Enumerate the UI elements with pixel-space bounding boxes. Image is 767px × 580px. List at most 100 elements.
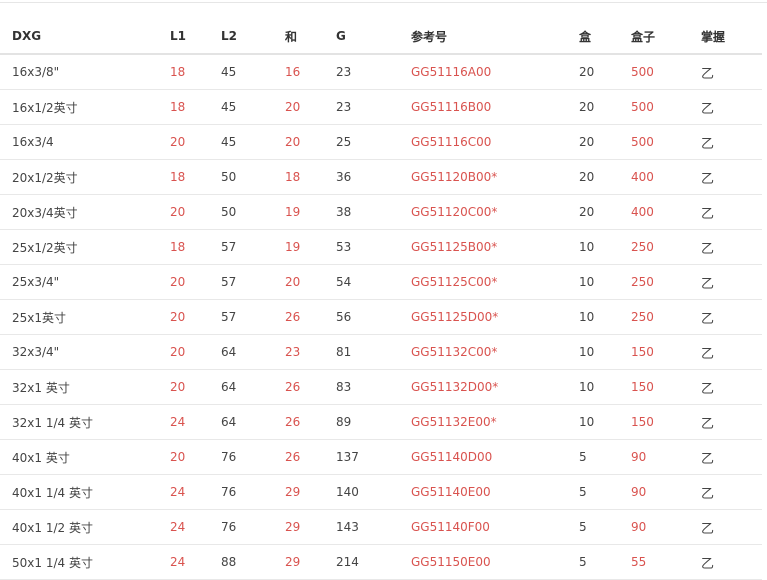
cell-he: 26 bbox=[285, 439, 336, 475]
cell-reference-number: GG51140D00 bbox=[411, 439, 579, 475]
cell-carton-qty: 90 bbox=[631, 439, 701, 475]
cell-carton-qty: 400 bbox=[631, 159, 701, 195]
cell-he: 20 bbox=[285, 124, 336, 160]
cell-size: 20x1/2英寸 bbox=[0, 159, 170, 195]
cell-l2: 50 bbox=[221, 194, 285, 230]
header-he: 和 bbox=[285, 19, 336, 55]
cell-grade: 乙 bbox=[701, 194, 762, 230]
cell-l1: 24 bbox=[170, 544, 221, 580]
header-l1: L1 bbox=[170, 19, 221, 55]
cell-l1: 24 bbox=[170, 404, 221, 440]
cell-carton-qty: 150 bbox=[631, 369, 701, 405]
cell-grade: 乙 bbox=[701, 439, 762, 475]
table-header: DXG L1 L2 和 G 参考号 盒 盒子 掌握 bbox=[0, 19, 762, 55]
cell-box-qty: 5 bbox=[579, 544, 631, 580]
cell-box-qty: 5 bbox=[579, 439, 631, 475]
cell-grade: 乙 bbox=[701, 544, 762, 580]
header-grade: 掌握 bbox=[701, 19, 762, 55]
table-row: 16x3/8" 18 45 16 23 GG51116A00 20 500 乙 bbox=[0, 54, 762, 90]
cell-l2: 57 bbox=[221, 229, 285, 265]
table-row: 32x1 英寸 20 64 26 83 GG51132D00* 10 150 乙 bbox=[0, 369, 762, 405]
cell-reference-number: GG51116B00 bbox=[411, 89, 579, 125]
cell-l1: 20 bbox=[170, 369, 221, 405]
header-reference-number: 参考号 bbox=[411, 19, 579, 55]
cell-carton-qty: 150 bbox=[631, 404, 701, 440]
cell-box-qty: 10 bbox=[579, 229, 631, 265]
cell-g: 23 bbox=[336, 89, 411, 125]
cell-he: 26 bbox=[285, 369, 336, 405]
cell-he: 29 bbox=[285, 544, 336, 580]
cell-l1: 24 bbox=[170, 474, 221, 510]
cell-grade: 乙 bbox=[701, 229, 762, 265]
cell-grade: 乙 bbox=[701, 124, 762, 160]
top-divider bbox=[0, 2, 767, 3]
cell-reference-number: GG51132E00* bbox=[411, 404, 579, 440]
table-row: 40x1 英寸 20 76 26 137 GG51140D00 5 90 乙 bbox=[0, 439, 762, 475]
cell-size: 25x1英寸 bbox=[0, 299, 170, 335]
cell-box-qty: 20 bbox=[579, 89, 631, 125]
header-g: G bbox=[336, 19, 411, 55]
header-dxg: DXG bbox=[0, 19, 170, 55]
cell-grade: 乙 bbox=[701, 264, 762, 300]
cell-grade: 乙 bbox=[701, 369, 762, 405]
cell-g: 56 bbox=[336, 299, 411, 335]
cell-carton-qty: 500 bbox=[631, 54, 701, 90]
header-row: DXG L1 L2 和 G 参考号 盒 盒子 掌握 bbox=[0, 19, 762, 55]
cell-carton-qty: 250 bbox=[631, 229, 701, 265]
table-row: 20x1/2英寸 18 50 18 36 GG51120B00* 20 400 乙 bbox=[0, 159, 762, 195]
cell-grade: 乙 bbox=[701, 509, 762, 545]
cell-reference-number: GG51132D00* bbox=[411, 369, 579, 405]
cell-he: 19 bbox=[285, 229, 336, 265]
cell-g: 143 bbox=[336, 509, 411, 545]
cell-l2: 57 bbox=[221, 299, 285, 335]
cell-he: 26 bbox=[285, 299, 336, 335]
cell-g: 83 bbox=[336, 369, 411, 405]
cell-box-qty: 10 bbox=[579, 404, 631, 440]
product-spec-table: DXG L1 L2 和 G 参考号 盒 盒子 掌握 16x3/8" 18 45 16 2… bbox=[0, 19, 762, 580]
table-row: 16x1/2英寸 18 45 20 23 GG51116B00 20 500 乙 bbox=[0, 89, 762, 125]
cell-reference-number: GG51132C00* bbox=[411, 334, 579, 370]
cell-size: 32x3/4" bbox=[0, 334, 170, 370]
cell-g: 38 bbox=[336, 194, 411, 230]
cell-he: 23 bbox=[285, 334, 336, 370]
cell-size: 16x3/8" bbox=[0, 54, 170, 90]
cell-box-qty: 20 bbox=[579, 124, 631, 160]
cell-g: 23 bbox=[336, 54, 411, 90]
cell-he: 26 bbox=[285, 404, 336, 440]
cell-he: 20 bbox=[285, 89, 336, 125]
cell-g: 89 bbox=[336, 404, 411, 440]
cell-l2: 88 bbox=[221, 544, 285, 580]
cell-box-qty: 10 bbox=[579, 264, 631, 300]
cell-carton-qty: 250 bbox=[631, 299, 701, 335]
cell-l1: 20 bbox=[170, 194, 221, 230]
cell-g: 214 bbox=[336, 544, 411, 580]
cell-l1: 20 bbox=[170, 334, 221, 370]
cell-l1: 18 bbox=[170, 54, 221, 90]
cell-size: 32x1 1/4 英寸 bbox=[0, 404, 170, 440]
cell-g: 137 bbox=[336, 439, 411, 475]
cell-grade: 乙 bbox=[701, 474, 762, 510]
cell-box-qty: 10 bbox=[579, 369, 631, 405]
cell-reference-number: GG51140F00 bbox=[411, 509, 579, 545]
cell-he: 29 bbox=[285, 474, 336, 510]
cell-g: 81 bbox=[336, 334, 411, 370]
cell-size: 32x1 英寸 bbox=[0, 369, 170, 405]
cell-l2: 76 bbox=[221, 509, 285, 545]
cell-reference-number: GG51120C00* bbox=[411, 194, 579, 230]
cell-box-qty: 5 bbox=[579, 509, 631, 545]
cell-grade: 乙 bbox=[701, 159, 762, 195]
cell-reference-number: GG51125B00* bbox=[411, 229, 579, 265]
cell-l2: 76 bbox=[221, 439, 285, 475]
cell-reference-number: GG51116C00 bbox=[411, 124, 579, 160]
table-row: 32x1 1/4 英寸 24 64 26 89 GG51132E00* 10 150 乙 bbox=[0, 404, 762, 440]
cell-l1: 24 bbox=[170, 509, 221, 545]
cell-grade: 乙 bbox=[701, 299, 762, 335]
cell-he: 18 bbox=[285, 159, 336, 195]
cell-size: 16x3/4 bbox=[0, 124, 170, 160]
cell-size: 20x3/4英寸 bbox=[0, 194, 170, 230]
cell-carton-qty: 90 bbox=[631, 474, 701, 510]
cell-grade: 乙 bbox=[701, 334, 762, 370]
cell-l2: 45 bbox=[221, 124, 285, 160]
cell-size: 40x1 英寸 bbox=[0, 439, 170, 475]
cell-l1: 18 bbox=[170, 159, 221, 195]
